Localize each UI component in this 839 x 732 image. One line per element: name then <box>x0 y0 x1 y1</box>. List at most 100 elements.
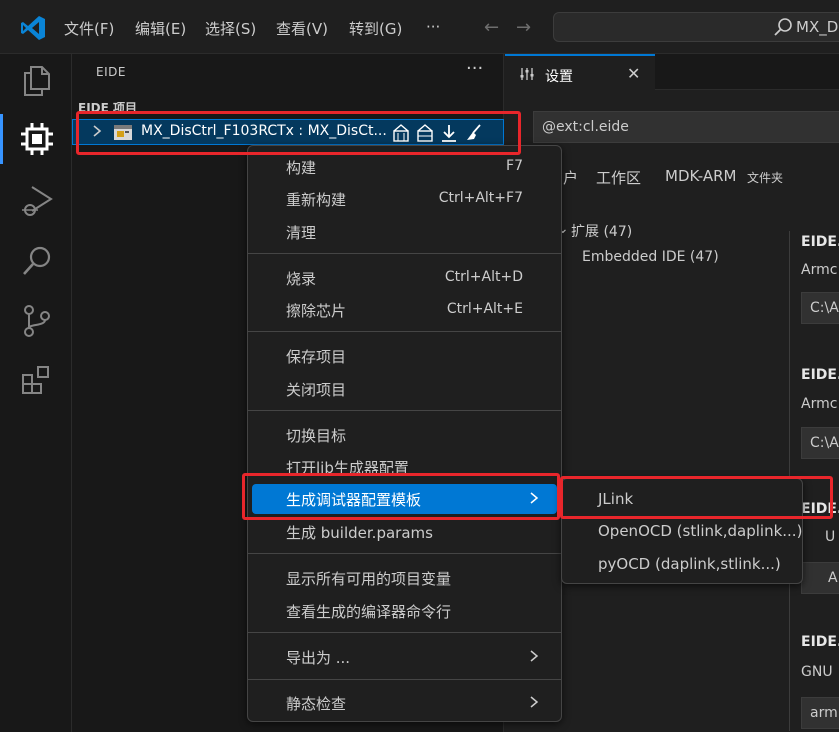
menu-item-build[interactable]: 构建 F7 <box>252 152 557 182</box>
menu-item-save-project[interactable]: 保存项目 <box>252 341 557 371</box>
extensions-icon[interactable] <box>18 362 56 400</box>
menu-item-shortcut: F7 <box>506 158 523 174</box>
tab-workspace[interactable]: 工作区 <box>596 167 641 188</box>
submenu-item-pyocd[interactable]: pyOCD (daplink,stlink...) <box>566 550 798 580</box>
vscode-logo-icon[interactable] <box>20 15 46 41</box>
menu-item-rebuild[interactable]: 重新构建 Ctrl+Alt+F7 <box>252 184 557 214</box>
setting-input[interactable]: A <box>801 562 839 594</box>
project-tree-item[interactable]: MX_DisCtrl_F103RCTx : MX_DisCt... <box>72 119 504 145</box>
build-icon[interactable] <box>391 123 411 143</box>
submenu-item-label: JLink <box>598 490 634 508</box>
submenu-item-jlink[interactable]: JLink <box>566 485 798 515</box>
menu-item-switch-target[interactable]: 切换目标 <box>252 420 557 450</box>
menu-go[interactable]: 转到(G) <box>349 18 402 39</box>
menu-item-export-as[interactable]: 导出为 ... <box>252 642 557 672</box>
menu-item-label: 构建 <box>286 159 317 177</box>
setting-value: arm <box>810 705 838 721</box>
setting-title: EIDE. <box>801 634 839 650</box>
files-icon[interactable] <box>18 62 56 100</box>
section-header[interactable]: EIDE 项目 <box>78 99 137 116</box>
menu-item-label: 切换目标 <box>286 427 347 445</box>
tab-label: 设置 <box>545 69 573 85</box>
menu-item-label: 清理 <box>286 224 317 242</box>
menu-item-label: 查看生成的编译器命令行 <box>286 603 452 621</box>
menu-separator <box>248 410 561 411</box>
menu-edit[interactable]: 编辑(E) <box>135 18 186 39</box>
tab-settings[interactable]: 设置 ✕ <box>505 54 655 91</box>
menu-item-label: 生成 builder.params <box>286 524 433 542</box>
menu-item-close-project[interactable]: 关闭项目 <box>252 374 557 404</box>
source-control-icon[interactable] <box>18 302 56 340</box>
project-icon <box>114 125 132 140</box>
menu-item-label: 生成调试器配置模板 <box>286 491 422 509</box>
menu-separator <box>248 679 561 680</box>
menu-item-generate-builder-params[interactable]: 生成 builder.params <box>252 517 557 547</box>
command-center[interactable]: MX_Dis <box>553 12 839 42</box>
nav-forward-icon[interactable]: → <box>516 17 531 38</box>
tab-user[interactable]: 户 <box>563 167 578 188</box>
editor-tabs: 设置 ✕ <box>505 54 839 91</box>
chevron-right-icon[interactable] <box>91 124 103 138</box>
menu-item-generate-debugger-config[interactable]: 生成调试器配置模板 <box>252 484 557 514</box>
settings-search-input[interactable]: @ext:cl.eide <box>533 111 839 143</box>
menu-item-open-lib-generator-config[interactable]: 打开lib生成器配置 <box>252 452 557 482</box>
debugger-config-submenu: JLink OpenOCD (stlink,daplink...) pyOCD … <box>561 478 803 584</box>
toc-extensions[interactable]: 扩展 (47) <box>571 221 632 241</box>
menu-view[interactable]: 查看(V) <box>276 18 328 39</box>
context-menu: 构建 F7 重新构建 Ctrl+Alt+F7 清理 烧录 Ctrl+Alt+D … <box>247 145 562 722</box>
menu-more[interactable]: ··· <box>426 18 440 36</box>
chevron-right-icon <box>530 650 539 662</box>
menu-item-flash[interactable]: 烧录 Ctrl+Alt+D <box>252 263 557 293</box>
title-bar: 文件(F) 编辑(E) 选择(S) 查看(V) 转到(G) ··· ← → MX… <box>0 0 839 54</box>
menu-item-view-compiler-command[interactable]: 查看生成的编译器命令行 <box>252 596 557 626</box>
toc-embedded-ide[interactable]: Embedded IDE (47) <box>582 249 719 265</box>
menu-item-shortcut: Ctrl+Alt+F7 <box>438 190 523 206</box>
setting-input[interactable]: C:\A <box>801 292 839 324</box>
run-debug-icon[interactable] <box>18 182 56 220</box>
menu-item-show-project-variables[interactable]: 显示所有可用的项目变量 <box>252 563 557 593</box>
more-actions-icon[interactable]: ··· <box>466 58 483 79</box>
menu-item-label: 导出为 ... <box>286 649 351 667</box>
close-icon[interactable]: ✕ <box>627 64 640 83</box>
menu-separator <box>248 553 561 554</box>
search-icon <box>774 18 792 36</box>
eide-chip-icon[interactable] <box>18 120 56 158</box>
menu-item-label: 打开lib生成器配置 <box>286 459 409 477</box>
setting-description: Armc <box>801 396 838 412</box>
submenu-item-openocd[interactable]: OpenOCD (stlink,daplink...) <box>566 517 802 547</box>
menu-item-label: 显示所有可用的项目变量 <box>286 570 452 588</box>
rebuild-icon[interactable] <box>415 123 435 143</box>
menu-item-label: 擦除芯片 <box>286 302 347 320</box>
menu-item-erase-chip[interactable]: 擦除芯片 Ctrl+Alt+E <box>252 295 557 325</box>
setting-input[interactable]: arm <box>801 697 839 729</box>
setting-value: A <box>828 570 838 586</box>
search-icon[interactable] <box>18 242 56 280</box>
setting-description: U <box>825 529 836 545</box>
nav-back-icon[interactable]: ← <box>484 17 499 38</box>
menu-item-label: 重新构建 <box>286 191 347 209</box>
menu-item-clean[interactable]: 清理 <box>252 217 557 247</box>
setting-title: EIDE. <box>801 367 839 383</box>
menu-file[interactable]: 文件(F) <box>64 18 114 39</box>
project-label: MX_DisCtrl_F103RCTx : MX_DisCt... <box>141 123 387 139</box>
command-center-text: MX_Dis <box>796 18 839 36</box>
menu-item-label: 烧录 <box>286 270 317 288</box>
menu-separator <box>248 331 561 332</box>
submenu-item-label: pyOCD (daplink,stlink...) <box>598 555 781 573</box>
active-indicator <box>0 114 3 164</box>
setting-description: Armc <box>801 262 838 278</box>
activity-bar <box>0 54 72 732</box>
menu-selection[interactable]: 选择(S) <box>205 18 256 39</box>
chevron-right-icon <box>530 696 539 708</box>
tab-mdk-arm[interactable]: MDK-ARM <box>665 167 736 185</box>
download-icon[interactable] <box>439 123 459 143</box>
menu-item-static-check[interactable]: 静态检查 <box>252 688 557 718</box>
setting-title: EIDE. <box>801 234 839 250</box>
menu-item-label: 关闭项目 <box>286 381 347 399</box>
submenu-item-label: OpenOCD (stlink,daplink...) <box>598 522 803 540</box>
setting-input[interactable]: C:\A <box>801 427 839 459</box>
clean-broom-icon[interactable] <box>463 123 483 143</box>
gear-icon <box>520 68 534 80</box>
chevron-right-icon <box>530 492 539 504</box>
menu-item-shortcut: Ctrl+Alt+D <box>444 269 523 285</box>
